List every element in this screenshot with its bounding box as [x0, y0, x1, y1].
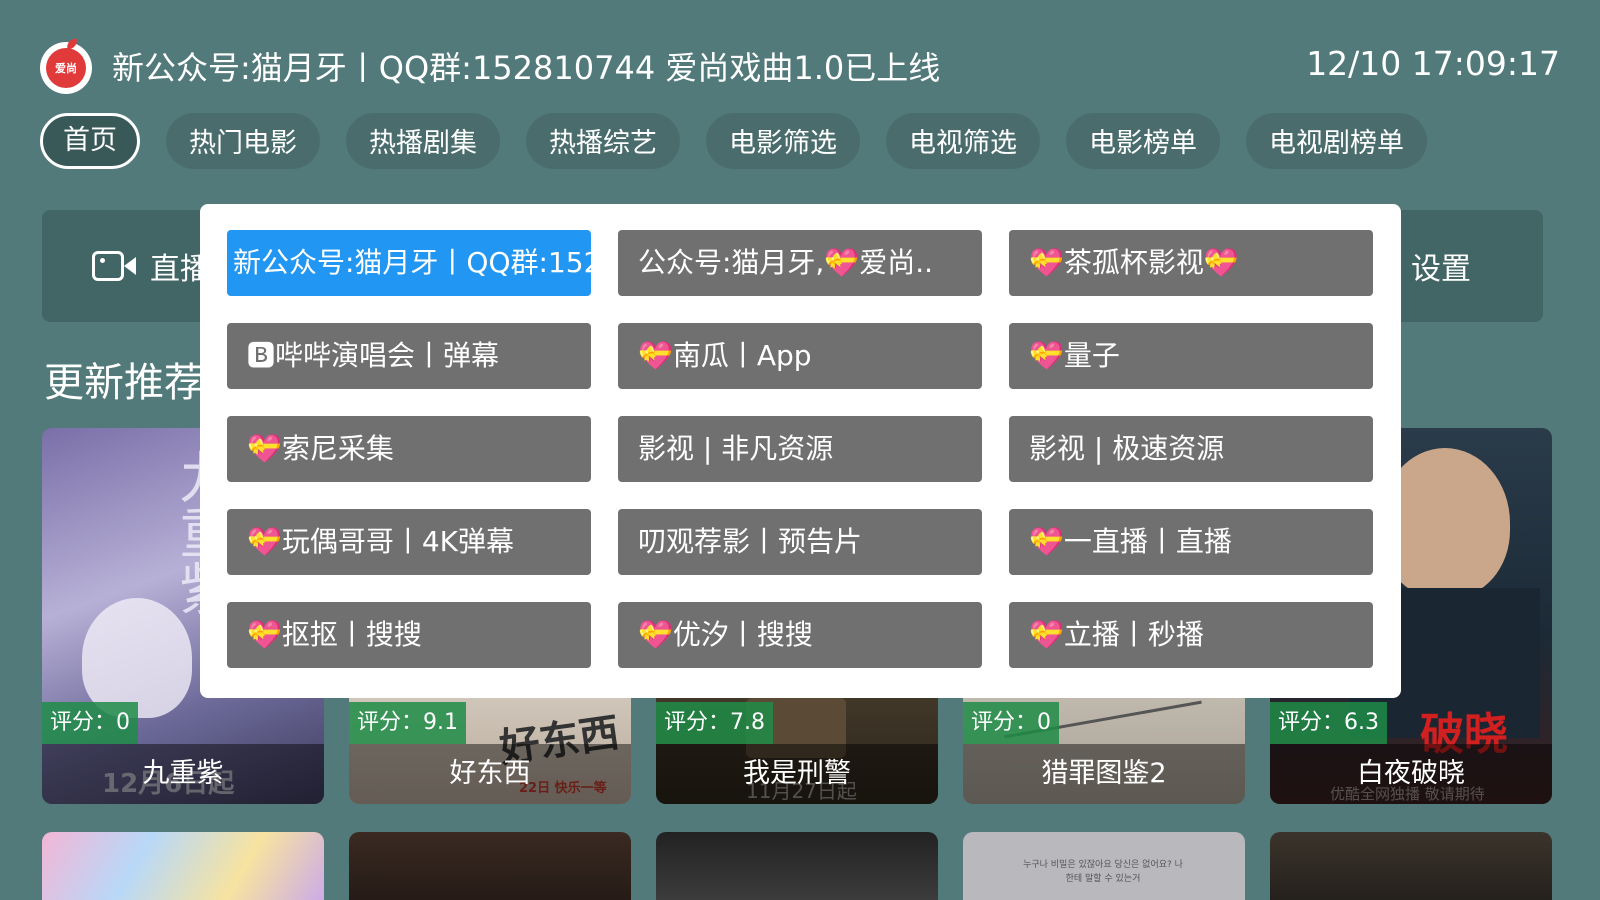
source-option[interactable]: 💝茶孤杯影视💝	[1009, 230, 1373, 296]
source-option[interactable]: 💝优汐丨搜搜	[618, 602, 982, 668]
source-option[interactable]: 新公众号:猫月牙丨QQ群:152810744	[227, 230, 591, 296]
source-select-dialog: 新公众号:猫月牙丨QQ群:152810744 公众号:猫月牙,💝爱尚.. 💝茶孤…	[200, 204, 1401, 698]
poster-title: 好东西	[349, 744, 631, 804]
source-option[interactable]: 影视 | 极速资源	[1009, 416, 1373, 482]
poster-title: 九重紫	[42, 744, 324, 804]
source-option[interactable]: 公众号:猫月牙,💝爱尚..	[618, 230, 982, 296]
poster-score: 评分：6.3	[1270, 702, 1387, 744]
poster-card-partial[interactable]	[42, 832, 324, 900]
apple-leaf-icon	[64, 38, 80, 50]
poster-figure	[82, 598, 192, 718]
source-option[interactable]: 💝量子	[1009, 323, 1373, 389]
tab-tv-filter[interactable]: 电视筛选	[886, 113, 1040, 169]
poster-title: 白夜破晓	[1270, 744, 1552, 804]
clock: 12/10 17:09:17	[1306, 44, 1560, 83]
tab-series-ranking[interactable]: 电视剧榜单	[1246, 113, 1427, 169]
nav-tabs: 首页 热门电影 热播剧集 热播综艺 电影筛选 电视筛选 电影榜单 电视剧榜单	[40, 113, 1427, 169]
poster-title: 猎罪图鉴2	[963, 744, 1245, 804]
tab-hot-movies[interactable]: 热门电影	[166, 113, 320, 169]
section-title: 更新推荐	[44, 360, 204, 406]
source-option[interactable]: 💝索尼采集	[227, 416, 591, 482]
settings-label: 设置	[1411, 252, 1471, 287]
tab-movie-ranking[interactable]: 电影榜单	[1066, 113, 1220, 169]
poster-score: 评分：7.8	[656, 702, 773, 744]
poster-score: 评分：9.1	[349, 702, 466, 744]
app-logo-text: 爱尚	[46, 48, 86, 88]
source-option[interactable]: 💝一直播丨直播	[1009, 509, 1373, 575]
screen: 爱尚 新公众号:猫月牙丨QQ群:152810744 爱尚戏曲1.0已上线 12/…	[0, 0, 1600, 900]
tab-hot-variety[interactable]: 热播综艺	[526, 113, 680, 169]
source-option[interactable]: 💝玩偶哥哥丨4K弹幕	[227, 509, 591, 575]
source-option[interactable]: 🅱哔哔演唱会丨弹幕	[227, 323, 591, 389]
tab-movie-filter[interactable]: 电影筛选	[706, 113, 860, 169]
poster-score: 评分：0	[963, 702, 1059, 744]
video-camera-icon	[92, 249, 136, 283]
tab-home[interactable]: 首页	[40, 113, 140, 169]
app-logo: 爱尚	[40, 38, 92, 94]
poster-title: 我是刑警	[656, 744, 938, 804]
source-option[interactable]: 💝南瓜丨App	[618, 323, 982, 389]
poster-score: 评分：0	[42, 702, 138, 744]
poster-caption: 누구나 비밀은 있잖아요 당신은 없어요? 나한테 말할 수 있는거	[1023, 860, 1183, 884]
source-option[interactable]: 💝立播丨秒播	[1009, 602, 1373, 668]
source-option[interactable]: 叨观荐影丨预告片	[618, 509, 982, 575]
poster-card-partial[interactable]	[656, 832, 938, 900]
tab-hot-series[interactable]: 热播剧集	[346, 113, 500, 169]
source-option[interactable]: 影视 | 非凡资源	[618, 416, 982, 482]
poster-card-partial[interactable]	[1270, 832, 1552, 900]
live-button[interactable]: 直播	[92, 210, 210, 322]
source-option[interactable]: 💝抠抠丨搜搜	[227, 602, 591, 668]
app-title: 新公众号:猫月牙丨QQ群:152810744 爱尚戏曲1.0已上线	[112, 49, 941, 87]
poster-card-partial[interactable]	[349, 832, 631, 900]
poster-card-partial[interactable]: 누구나 비밀은 있잖아요 당신은 없어요? 나한테 말할 수 있는거	[963, 832, 1245, 900]
